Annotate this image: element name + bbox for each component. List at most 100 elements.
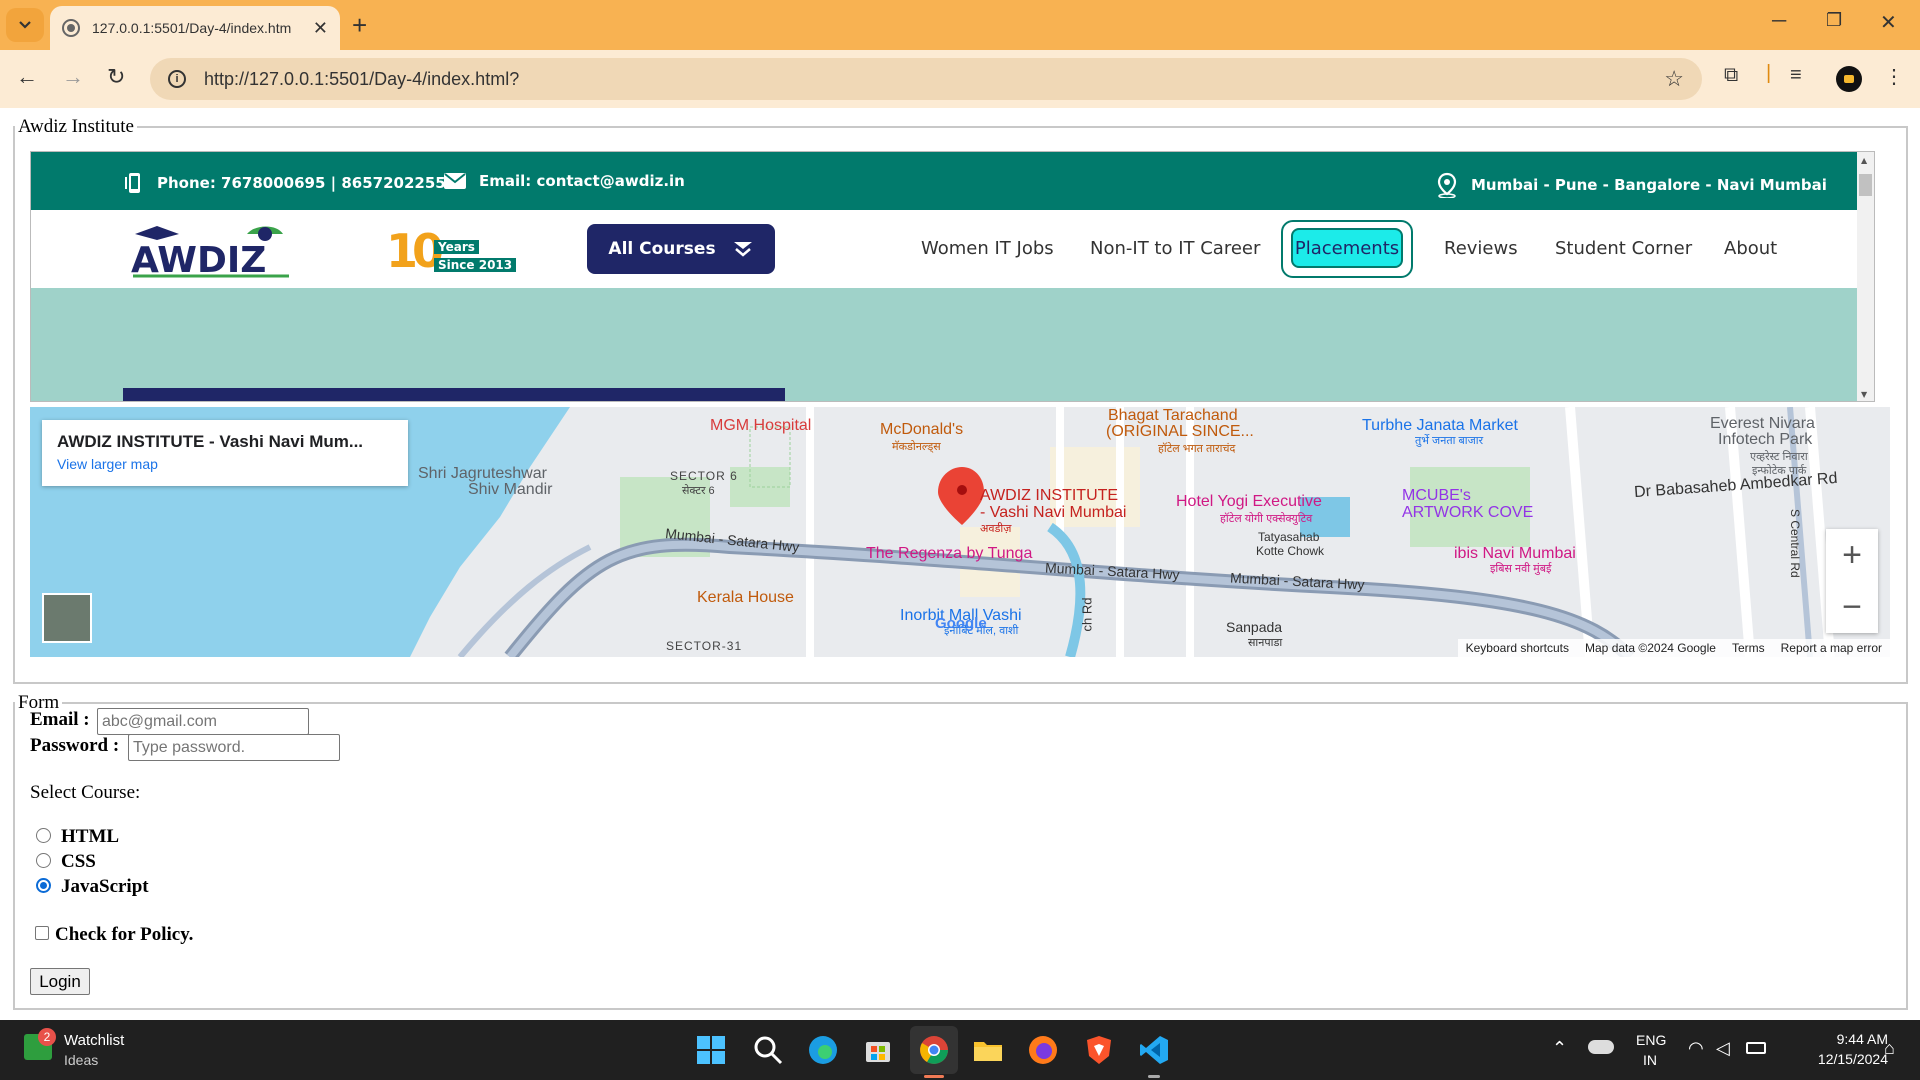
awdiz-logo-graphic: AWDIZ — [131, 226, 289, 281]
awdiz-iframe[interactable]: Phone: 7678000695 | 8657202255 Email: co… — [30, 151, 1875, 402]
url-text[interactable]: http://127.0.0.1:5501/Day-4/index.html? — [204, 69, 519, 90]
map-label-awdiz-2: - Vashi Navi Mumbai — [980, 504, 1127, 521]
map-place-title: AWDIZ INSTITUTE - Vashi Navi Mum... — [57, 432, 364, 451]
file-explorer-icon[interactable] — [972, 1034, 1004, 1066]
site-topbar: Phone: 7678000695 | 8657202255 Email: co… — [31, 152, 1874, 210]
cloud-icon[interactable] — [1588, 1040, 1614, 1054]
report-error-link[interactable]: Report a map error — [1781, 641, 1882, 655]
keyboard-shortcuts-link[interactable]: Keyboard shortcuts — [1466, 641, 1569, 655]
map-label-kerala[interactable]: Kerala House — [697, 589, 794, 607]
email-input[interactable] — [97, 708, 309, 735]
bookmark-star-icon[interactable]: ☆ — [1664, 66, 1684, 92]
battery-icon[interactable] — [1746, 1042, 1766, 1054]
institute-legend: Awdiz Institute — [18, 116, 134, 137]
location-pin-icon — [1437, 172, 1457, 198]
radio-css[interactable] — [36, 853, 51, 868]
password-input[interactable] — [128, 734, 340, 761]
back-icon[interactable]: ← — [16, 64, 38, 90]
login-button[interactable]: Login — [30, 968, 90, 995]
menu-placements[interactable]: Placements — [1291, 228, 1403, 268]
policy-label: Check for Policy. — [55, 924, 194, 945]
map-label-awdiz[interactable]: AWDIZ INSTITUTE — [980, 487, 1118, 505]
scroll-up-icon[interactable]: ▲ — [1861, 156, 1867, 165]
email-text: Email: contact@awdiz.in — [479, 172, 685, 190]
map-label-sector6-hi: सेक्टर 6 — [682, 485, 715, 497]
scrollbar-thumb[interactable] — [1859, 174, 1872, 196]
close-window-icon[interactable]: ✕ — [1880, 10, 1897, 35]
google-map[interactable]: AWDIZ INSTITUTE - Vashi Navi Mum... View… — [30, 407, 1890, 657]
radio-javascript-label: JavaScript — [61, 876, 149, 897]
policy-checkbox[interactable] — [35, 926, 49, 940]
map-label-mcdonalds[interactable]: McDonald's — [880, 421, 963, 439]
profile-avatar[interactable] — [1836, 66, 1862, 92]
radio-javascript[interactable] — [36, 878, 51, 893]
scroll-down-icon[interactable]: ▼ — [1861, 390, 1867, 399]
zoom-out-button[interactable]: − — [1826, 581, 1878, 633]
satellite-toggle[interactable] — [42, 593, 92, 643]
media-control-icon[interactable]: ≡ — [1790, 64, 1802, 87]
map-label-sector6: SECTOR 6 — [670, 469, 738, 483]
clock-date[interactable]: 12/15/2024 — [1788, 1051, 1888, 1067]
all-courses-label: All Courses — [608, 239, 716, 259]
map-label-hotel-yogi[interactable]: Hotel Yogi Executive — [1176, 493, 1322, 511]
brave-icon[interactable] — [1083, 1034, 1115, 1066]
locations-text: Mumbai - Pune - Bangalore - Navi Mumbai — [1471, 176, 1827, 194]
region-code: IN — [1643, 1052, 1657, 1068]
chrome-icon[interactable] — [918, 1034, 950, 1066]
map-label-regenza[interactable]: The Regenza by Tunga — [866, 545, 1032, 563]
watchlist-subtitle: Ideas — [64, 1052, 99, 1068]
site-info-icon[interactable]: i — [168, 70, 186, 88]
map-label-mcube[interactable]: MCUBE's — [1402, 487, 1471, 505]
volume-icon[interactable]: ◁ — [1716, 1038, 1730, 1059]
browser-tab[interactable]: 127.0.0.1:5501/Day-4/index.htm ✕ — [50, 6, 340, 50]
menu-icon[interactable]: ⋮ — [1884, 64, 1904, 89]
windows-taskbar: 2 Watchlist Ideas ⌃ ENG IN ◠ ◁ 9:44 AM 1… — [0, 1020, 1920, 1080]
radio-html[interactable] — [36, 828, 51, 843]
restore-icon[interactable]: ❐ — [1826, 10, 1842, 31]
chevron-up-icon[interactable]: ⌃ — [1552, 1038, 1567, 1059]
notifications-icon[interactable]: ⌂ — [1884, 1038, 1895, 1059]
vscode-icon[interactable] — [1138, 1034, 1170, 1066]
wifi-icon[interactable]: ◠ — [1688, 1038, 1704, 1059]
watchlist-title[interactable]: Watchlist — [64, 1032, 124, 1049]
page-content: Awdiz Institute Phone: 7678000695 | 8657… — [0, 108, 1920, 1020]
phone-text: Phone: 7678000695 | 8657202255 — [157, 174, 446, 192]
menu-reviews[interactable]: Reviews — [1444, 238, 1518, 259]
notification-badge: 2 — [38, 1028, 56, 1046]
menu-student-corner[interactable]: Student Corner — [1555, 238, 1692, 259]
menu-women-it-jobs[interactable]: Women IT Jobs — [921, 238, 1054, 259]
hero-banner-strip — [123, 388, 785, 401]
minimize-icon[interactable]: ─ — [1772, 10, 1786, 33]
site-navbar: AWDIZ 10 Years Since 2013 All Courses Wo… — [31, 210, 1874, 288]
menu-about[interactable]: About — [1724, 238, 1777, 259]
firefox-icon[interactable] — [1027, 1034, 1059, 1066]
map-label-tatya: Tatyasahab — [1258, 530, 1320, 544]
globe-icon — [62, 19, 80, 37]
store-icon[interactable] — [862, 1034, 894, 1066]
clock-time[interactable]: 9:44 AM — [1808, 1031, 1888, 1047]
new-tab-button[interactable]: + — [352, 10, 367, 41]
map-label-awdiz-hi: अवडीज़ — [980, 523, 1012, 535]
close-tab-icon[interactable]: ✕ — [313, 18, 328, 39]
search-icon[interactable] — [752, 1034, 784, 1066]
map-place-card: AWDIZ INSTITUTE - Vashi Navi Mum... View… — [42, 420, 408, 486]
reload-icon[interactable]: ↻ — [107, 64, 125, 90]
windows-start-icon[interactable] — [695, 1034, 727, 1066]
tab-search-button[interactable] — [6, 8, 44, 42]
view-larger-map-link[interactable]: View larger map — [57, 456, 393, 472]
select-course-label: Select Course: — [30, 782, 141, 803]
extensions-icon[interactable]: ⧉ — [1724, 64, 1738, 87]
all-courses-button[interactable]: All Courses — [587, 224, 775, 274]
language-code[interactable]: ENG — [1636, 1032, 1666, 1048]
zoom-in-button[interactable]: + — [1826, 529, 1878, 581]
map-label-mgm[interactable]: MGM Hospital — [710, 417, 811, 435]
address-bar[interactable]: i http://127.0.0.1:5501/Day-4/index.html… — [150, 58, 1702, 100]
menu-non-it-career[interactable]: Non-IT to IT Career — [1090, 238, 1260, 259]
map-label-ibis-hi: इबिस नवी मुंबई — [1490, 563, 1552, 575]
edge-icon[interactable] — [807, 1034, 839, 1066]
map-label-everest-2: Infotech Park — [1718, 431, 1813, 448]
iframe-scrollbar[interactable]: ▲ ▼ — [1857, 152, 1874, 401]
terms-link[interactable]: Terms — [1732, 641, 1765, 655]
awdiz-logo[interactable]: AWDIZ — [127, 220, 297, 281]
forward-icon[interactable]: → — [62, 64, 84, 90]
